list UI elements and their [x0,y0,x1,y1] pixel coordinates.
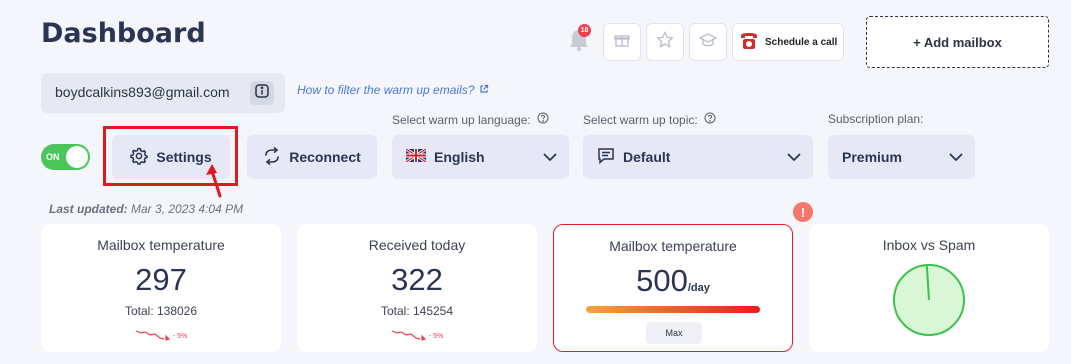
filter-help-label: How to filter the warm up emails? [297,83,475,97]
trend-value: - 5% [172,332,188,340]
language-value: English [434,149,485,165]
add-mailbox-button[interactable]: + Add mailbox [866,16,1049,68]
plan-select[interactable]: Premium [828,135,975,179]
plan-label: Subscription plan: [828,112,923,126]
card-trend: - 5% [297,329,537,343]
max-button[interactable]: Max [646,322,702,344]
topic-value: Default [623,149,671,165]
chevron-down-icon [543,149,557,165]
help-circle-icon[interactable] [537,112,549,127]
gift-button[interactable] [603,23,641,61]
language-select[interactable]: English [392,135,569,179]
toggle-knob [66,146,88,168]
favorites-button[interactable] [646,23,684,61]
inbox-spam-pie-chart [893,264,965,336]
inbox-vs-spam-card: Inbox vs Spam [809,224,1049,352]
card-value: 500/day [554,263,792,299]
card-total: Total: 138026 [124,304,198,318]
message-icon [597,147,615,167]
card-title: Mailbox temperature [97,237,225,253]
filter-help-link[interactable]: How to filter the warm up emails? [297,83,489,97]
page-title: Dashboard [41,18,206,49]
telephone-icon [739,31,759,54]
last-updated-value: Mar 3, 2023 4:04 PM [131,202,244,216]
card-title: Mailbox temperature [609,238,737,254]
chevron-down-icon [787,149,801,165]
account-email: boydcalkins893@gmail.com [55,84,230,100]
reconnect-label: Reconnect [289,149,361,165]
plan-label-text: Subscription plan: [828,112,924,126]
mailbox-temperature-card: Mailbox temperature 297 Total: 138026 - … [41,224,281,352]
schedule-call-label: Schedule a call [765,36,838,48]
graduation-cap-icon [698,32,718,53]
toggle-label: ON [46,152,60,162]
warmup-toggle[interactable]: ON [41,144,90,170]
academy-button[interactable] [689,23,727,61]
account-info-button[interactable] [250,81,274,105]
language-label-text: Select warm up language: [392,112,531,127]
plan-value: Premium [842,149,902,165]
schedule-call-button[interactable]: Schedule a call [732,23,845,61]
star-icon [656,30,674,54]
chevron-down-icon [949,149,963,165]
mailbox-temperature-limit-card: Mailbox temperature 500/day Max [553,224,793,352]
refresh-icon [263,146,281,168]
topic-label-text: Select warm up topic: [583,112,698,127]
temperature-value: 500 [636,263,688,298]
trend-value: - 5% [428,332,444,340]
pointer-arrow [206,164,222,198]
last-updated-label: Last updated: [49,202,128,216]
notifications-button[interactable]: 18 [560,22,598,62]
header-actions: 18 Schedule a call [560,22,845,62]
topic-select[interactable]: Default [583,135,813,179]
uk-flag-icon [405,147,427,165]
reconnect-button[interactable]: Reconnect [247,135,377,179]
trend-down-icon [391,329,427,343]
card-title: Received today [368,237,466,253]
help-circle-icon[interactable] [704,112,716,127]
last-updated: Last updated: Mar 3, 2023 4:04 PM [49,202,243,216]
received-today-card: Received today 322 Total: 145254 - 5% [297,224,537,352]
external-link-icon [479,83,489,97]
language-label: Select warm up language: [392,112,549,127]
account-email-box: boydcalkins893@gmail.com [41,73,285,113]
card-total: Total: 145254 [380,304,454,318]
info-icon [255,83,269,103]
card-value: 322 [391,262,443,297]
notification-count-badge: 18 [578,24,591,37]
temperature-unit: /day [687,282,710,294]
temperature-bar [586,306,760,313]
trend-down-icon [135,329,171,343]
card-value: 297 [135,262,187,297]
warning-icon[interactable]: ! [793,202,813,222]
gift-icon [614,32,630,53]
card-title: Inbox vs Spam [882,237,976,253]
topic-label: Select warm up topic: [583,112,716,127]
card-trend: - 5% [41,329,281,343]
